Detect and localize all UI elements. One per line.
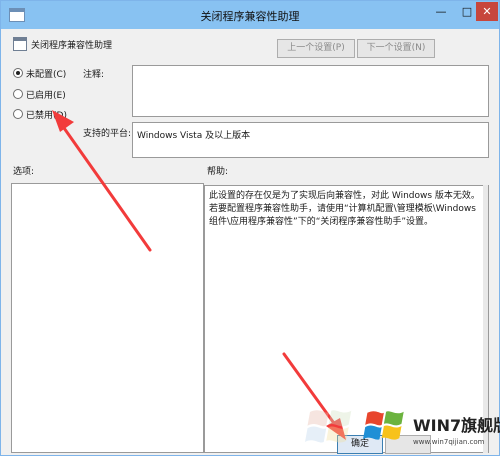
watermark-url: www.win7qijian.com [413,438,485,446]
supported-platform-label: 支持的平台: [83,129,132,139]
comment-label: 注释: [83,70,105,80]
radio-label: 已禁用(D) [26,110,67,121]
comment-textarea[interactable] [132,65,489,117]
next-setting-button[interactable]: 下一个设置(N) [357,39,435,58]
radio-not-configured[interactable]: 未配置(C) [13,66,66,80]
supported-platform-value: Windows Vista 及以上版本 [137,131,251,141]
options-panel [11,183,204,453]
watermark-title: WIN7旗舰版 [413,416,500,435]
help-label: 帮助: [207,167,229,177]
watermark: WIN7旗舰版 www.win7qijian.com [305,396,500,454]
radio-button[interactable] [13,89,23,99]
radio-label: 未配置(C) [26,69,67,80]
radio-disabled[interactable]: 已禁用(D) [13,107,67,121]
minimize-button[interactable]: — [428,2,454,21]
radio-label: 已启用(E) [26,90,66,101]
radio-button[interactable] [13,68,23,78]
window-title: 关闭程序兼容性助理 [200,10,300,23]
options-label: 选项: [13,167,35,177]
previous-setting-button[interactable]: 上一个设置(P) [277,39,355,58]
title-bar[interactable]: 关闭程序兼容性助理 — □ ✕ [1,1,499,29]
close-button[interactable]: ✕ [476,2,498,21]
supported-platform-field: Windows Vista 及以上版本 [132,122,489,158]
radio-button[interactable] [13,109,23,119]
windows-logo-icon [363,411,404,440]
setting-icon [13,37,27,51]
dialog-window: 关闭程序兼容性助理 — □ ✕ 关闭程序兼容性助理 上一个设置(P) 下一个设置… [0,0,500,456]
setting-name: 关闭程序兼容性助理 [31,41,113,51]
windows-logo-ghost-icon [305,410,352,443]
radio-enabled[interactable]: 已启用(E) [13,87,66,101]
help-text: 此设置的存在仅是为了实现后向兼容性，对此 Windows 版本无效。若要配置程序… [209,191,480,227]
